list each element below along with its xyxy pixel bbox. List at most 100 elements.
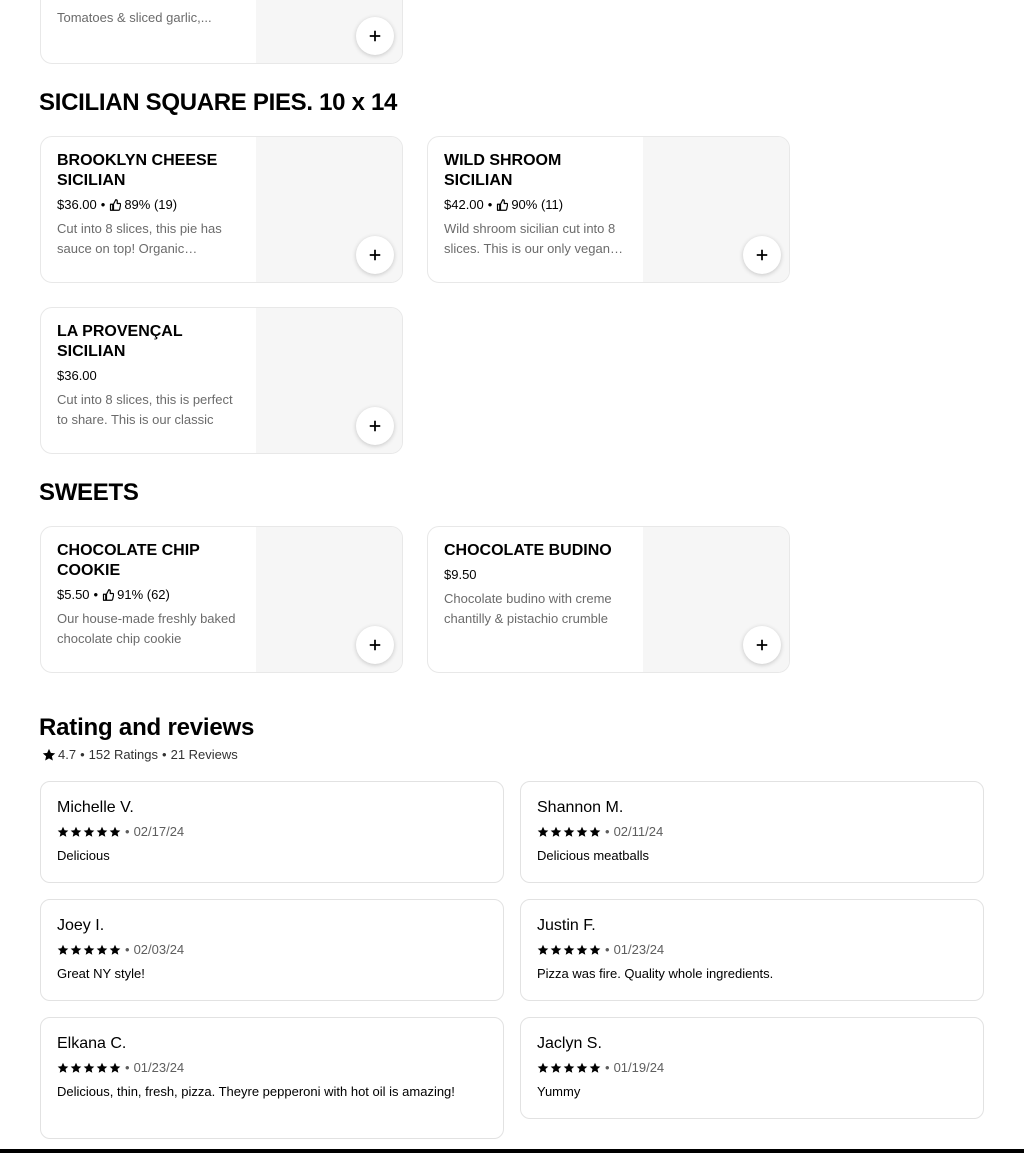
item-name: CHOCOLATE CHIP COOKIE bbox=[57, 542, 200, 579]
thumbs-up-icon bbox=[496, 199, 508, 211]
star-icon bbox=[83, 1062, 95, 1074]
add-item-button[interactable] bbox=[356, 626, 394, 664]
star-icon bbox=[109, 826, 121, 838]
star-icon bbox=[83, 826, 95, 838]
rating-value: 4.7 bbox=[58, 747, 77, 762]
review-date: 01/23/24 bbox=[613, 942, 665, 957]
item-price: $9.50 bbox=[444, 567, 477, 582]
item-name: LA PROVENÇAL SICILIAN bbox=[57, 323, 183, 360]
item-name: WILD SHROOM SICILIAN bbox=[444, 152, 562, 189]
add-item-button[interactable] bbox=[743, 236, 781, 274]
star-icon bbox=[563, 944, 575, 956]
star-rating bbox=[537, 944, 601, 956]
item-description: Our house-made freshly baked chocolate c… bbox=[57, 611, 236, 646]
star-icon bbox=[537, 826, 549, 838]
review-text: Delicious bbox=[57, 848, 110, 863]
add-item-button[interactable] bbox=[743, 626, 781, 664]
menu-item-card[interactable]: LA PROVENÇAL SICILIAN $36.00 Cut into 8 … bbox=[40, 307, 403, 454]
menu-item-card[interactable]: Tomatoes & sliced garlic,... bbox=[40, 0, 403, 64]
review-card: Jaclyn S. • 01/19/24 Yummy bbox=[520, 1017, 984, 1119]
separator: • bbox=[605, 824, 610, 839]
menu-item-card[interactable]: CHOCOLATE BUDINO $9.50 Chocolate budino … bbox=[427, 526, 790, 673]
item-meta: $42.00 • 90% (11) bbox=[444, 195, 629, 215]
star-icon bbox=[537, 944, 549, 956]
star-rating bbox=[57, 1062, 121, 1074]
star-icon bbox=[109, 944, 121, 956]
separator: • bbox=[487, 197, 493, 212]
separator: • bbox=[125, 824, 130, 839]
review-text: Pizza was fire. Quality whole ingredient… bbox=[537, 966, 774, 981]
review-meta: • 01/23/24 bbox=[537, 941, 664, 959]
star-icon bbox=[96, 1062, 108, 1074]
review-meta: • 02/11/24 bbox=[537, 823, 663, 841]
item-price: $36.00 bbox=[57, 197, 97, 212]
review-date: 01/23/24 bbox=[133, 1060, 185, 1075]
star-icon bbox=[70, 1062, 82, 1074]
review-card: Elkana C. • 01/23/24 Delicious, thin, fresh… bbox=[40, 1017, 504, 1139]
item-meta: $36.00 • 89% (19) bbox=[57, 195, 242, 215]
star-icon bbox=[70, 944, 82, 956]
star-icon bbox=[96, 826, 108, 838]
review-text: Delicious meatballs bbox=[537, 848, 649, 863]
review-text: Yummy bbox=[537, 1084, 581, 1099]
star-icon bbox=[109, 1062, 121, 1074]
star-icon bbox=[589, 826, 601, 838]
plus-icon bbox=[755, 638, 769, 652]
review-card: Shannon M. • 02/11/24 Delicious meatballs bbox=[520, 781, 984, 883]
review-card: Michelle V. • 02/17/24 Delicious bbox=[40, 781, 504, 883]
star-icon bbox=[83, 944, 95, 956]
add-item-button[interactable] bbox=[356, 407, 394, 445]
review-meta: • 01/23/24 bbox=[57, 1059, 184, 1077]
star-icon bbox=[589, 944, 601, 956]
star-rating bbox=[537, 1062, 601, 1074]
separator: • bbox=[93, 587, 99, 602]
star-icon bbox=[57, 1062, 69, 1074]
review-meta: • 02/17/24 bbox=[57, 823, 184, 841]
plus-icon bbox=[368, 248, 382, 262]
add-item-button[interactable] bbox=[356, 236, 394, 274]
review-date: 02/17/24 bbox=[133, 824, 185, 839]
star-icon bbox=[550, 1062, 562, 1074]
rating-summary: 4.7 • 152 Ratings • 21 Reviews bbox=[42, 746, 238, 764]
star-icon bbox=[563, 1062, 575, 1074]
item-name: BROOKLYN CHEESE SICILIAN bbox=[57, 152, 218, 189]
separator: • bbox=[162, 747, 167, 762]
review-meta: • 01/19/24 bbox=[537, 1059, 664, 1077]
item-meta: $36.00 bbox=[57, 366, 242, 386]
plus-icon bbox=[368, 419, 382, 433]
review-date: 01/19/24 bbox=[613, 1060, 665, 1075]
review-text: Great NY style! bbox=[57, 966, 145, 981]
section-title-sicilian: SICILIAN SQUARE PIES. 10 x 14 bbox=[39, 89, 398, 116]
item-meta: $5.50 • 91% (62) bbox=[57, 585, 242, 605]
separator: • bbox=[100, 197, 106, 212]
star-rating bbox=[537, 826, 601, 838]
star-icon bbox=[576, 944, 588, 956]
item-description: Wild shroom sicilian cut into 8 slices. … bbox=[444, 221, 616, 256]
review-card: Justin F. • 01/23/24 Pizza was fire. Qualit… bbox=[520, 899, 984, 1001]
star-icon bbox=[576, 1062, 588, 1074]
item-rating: 89% (19) bbox=[124, 197, 178, 212]
section-title-sweets: SWEETS bbox=[39, 479, 139, 506]
star-icon bbox=[563, 826, 575, 838]
thumbs-up-icon bbox=[109, 199, 121, 211]
star-icon bbox=[96, 944, 108, 956]
item-price: $36.00 bbox=[57, 368, 97, 383]
star-icon bbox=[57, 944, 69, 956]
add-item-button[interactable] bbox=[356, 17, 394, 55]
item-description: Cut into 8 slices, this is perfect to sh… bbox=[57, 392, 233, 427]
reviewer-name: Elkana C. bbox=[57, 1035, 127, 1052]
reviewer-name: Jaclyn S. bbox=[537, 1035, 602, 1052]
review-meta: • 02/03/24 bbox=[57, 941, 184, 959]
plus-icon bbox=[755, 248, 769, 262]
reviewer-name: Shannon M. bbox=[537, 799, 624, 816]
star-icon bbox=[70, 826, 82, 838]
separator: • bbox=[125, 942, 130, 957]
star-icon bbox=[57, 826, 69, 838]
star-rating bbox=[57, 826, 121, 838]
menu-item-card[interactable]: BROOKLYN CHEESE SICILIAN $36.00 • 89% (1… bbox=[40, 136, 403, 283]
star-icon bbox=[589, 1062, 601, 1074]
star-icon bbox=[537, 1062, 549, 1074]
star-icon bbox=[550, 944, 562, 956]
menu-item-card[interactable]: CHOCOLATE CHIP COOKIE $5.50 • 91% (62) O… bbox=[40, 526, 403, 673]
menu-item-card[interactable]: WILD SHROOM SICILIAN $42.00 • 90% (11) W… bbox=[427, 136, 790, 283]
